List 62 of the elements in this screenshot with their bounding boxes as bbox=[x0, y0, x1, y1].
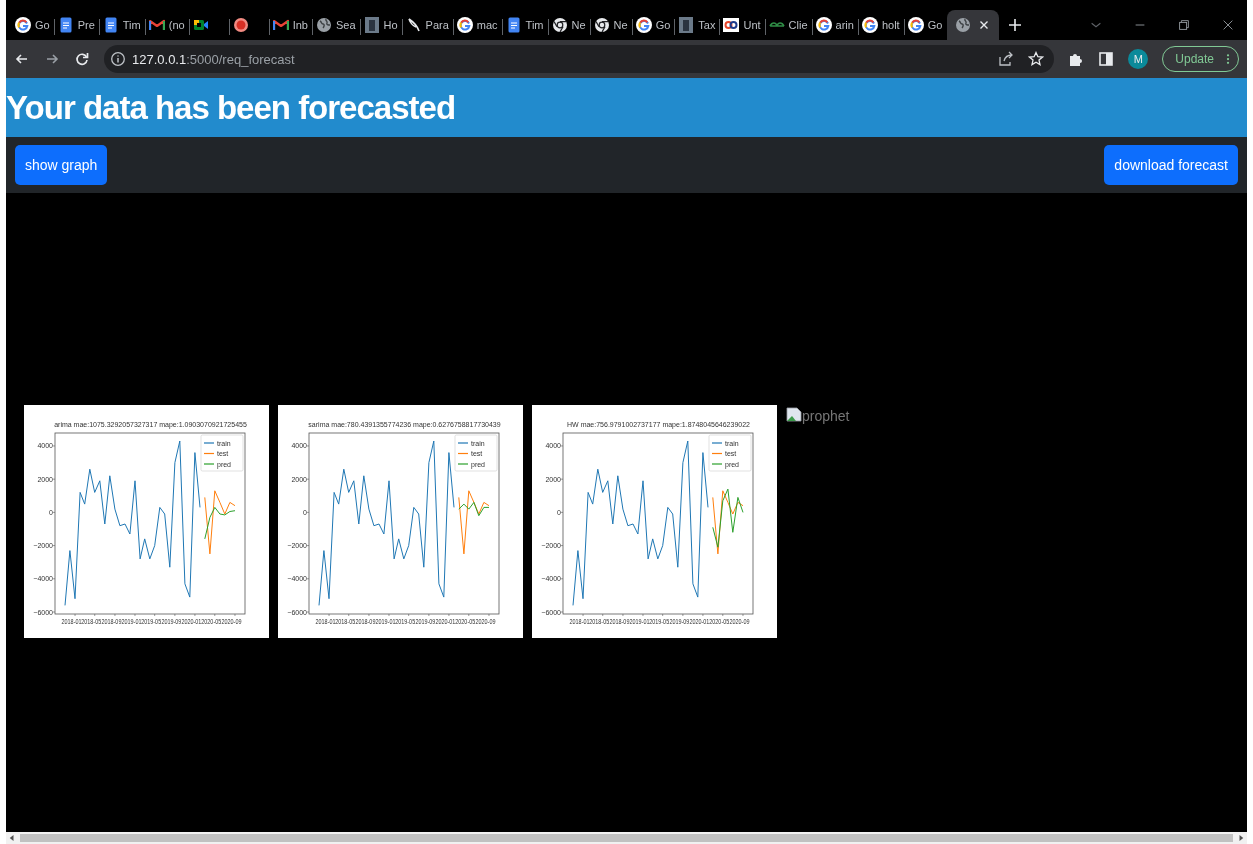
browser-tab[interactable] bbox=[947, 10, 1000, 40]
chrome-icon bbox=[551, 17, 568, 33]
legend-box bbox=[708, 434, 752, 472]
puzzle-icon[interactable] bbox=[1068, 51, 1085, 67]
browser-tab[interactable]: Tim bbox=[502, 10, 549, 40]
record-icon bbox=[232, 17, 249, 33]
thumbnail-icon bbox=[678, 17, 695, 33]
url-text: 127.0.0.1:5000/req_forecast bbox=[132, 51, 295, 67]
legend-swatch bbox=[203, 452, 215, 455]
globe-icon bbox=[955, 17, 972, 33]
google-logo-icon bbox=[815, 17, 832, 33]
browser-tab[interactable]: Para bbox=[402, 10, 454, 40]
browser-tab[interactable]: Tim bbox=[99, 10, 146, 40]
google-logo-icon bbox=[635, 17, 652, 33]
thumbnail-icon bbox=[363, 17, 380, 33]
image-alt-text: prophet bbox=[802, 407, 850, 425]
google-logo-icon bbox=[456, 17, 473, 33]
profile-avatar[interactable]: M bbox=[1128, 49, 1149, 69]
browser-tab[interactable]: mac bbox=[453, 10, 503, 40]
mail-icon bbox=[148, 17, 165, 33]
new-tab-icon[interactable] bbox=[1007, 17, 1024, 33]
browser-tab[interactable]: Unt bbox=[720, 10, 766, 40]
chrome-icon bbox=[593, 17, 610, 33]
address-bar[interactable]: 127.0.0.1:5000/req_forecast bbox=[104, 45, 1055, 73]
browser-tab[interactable]: Inb bbox=[269, 10, 313, 40]
broken-image-icon bbox=[786, 407, 802, 423]
mail-icon bbox=[272, 17, 289, 33]
browser-tab[interactable]: Go bbox=[632, 10, 676, 40]
browser-tab[interactable]: (no bbox=[145, 10, 190, 40]
browser-tab[interactable]: arin bbox=[812, 10, 859, 40]
legend-box bbox=[454, 434, 498, 472]
share-icon[interactable] bbox=[998, 51, 1015, 67]
globe-icon bbox=[315, 17, 332, 33]
show-graph-button[interactable]: show graph bbox=[15, 145, 108, 185]
side-panel-icon[interactable] bbox=[1098, 51, 1115, 67]
video-call-icon bbox=[192, 17, 209, 33]
download-button[interactable]: download forecast bbox=[1104, 145, 1238, 185]
browser-tab[interactable]: Go bbox=[904, 10, 948, 40]
browser-tab[interactable]: Pre bbox=[54, 10, 100, 40]
restore-icon[interactable] bbox=[1177, 18, 1191, 32]
browser-tab[interactable]: Ne bbox=[590, 10, 633, 40]
info-icon[interactable] bbox=[110, 51, 126, 67]
legend-box bbox=[200, 434, 244, 472]
browser-tab[interactable]: Ne bbox=[548, 10, 591, 40]
google-logo-icon bbox=[861, 17, 878, 33]
legend-swatch bbox=[711, 452, 723, 455]
browser-tab[interactable]: Tax bbox=[675, 10, 721, 40]
browser-tab[interactable]: Ho bbox=[360, 10, 403, 40]
loop-icon bbox=[723, 17, 740, 33]
browser-tab[interactable]: holt bbox=[858, 10, 905, 40]
page-heading: Your data has been forecasted bbox=[6, 88, 456, 127]
close-icon[interactable] bbox=[1221, 18, 1235, 32]
legend-swatch bbox=[457, 452, 469, 455]
browser-tab[interactable]: Clie bbox=[765, 10, 813, 40]
browser-tab[interactable]: Sea bbox=[312, 10, 361, 40]
reload-icon[interactable] bbox=[74, 51, 90, 67]
google-logo-icon bbox=[907, 17, 924, 33]
scrollbar-thumb[interactable] bbox=[20, 834, 1233, 842]
browser-tab[interactable]: Go bbox=[12, 10, 55, 40]
google-logo-icon bbox=[15, 17, 31, 33]
feather-icon bbox=[405, 17, 422, 33]
star-icon[interactable] bbox=[1028, 51, 1045, 67]
